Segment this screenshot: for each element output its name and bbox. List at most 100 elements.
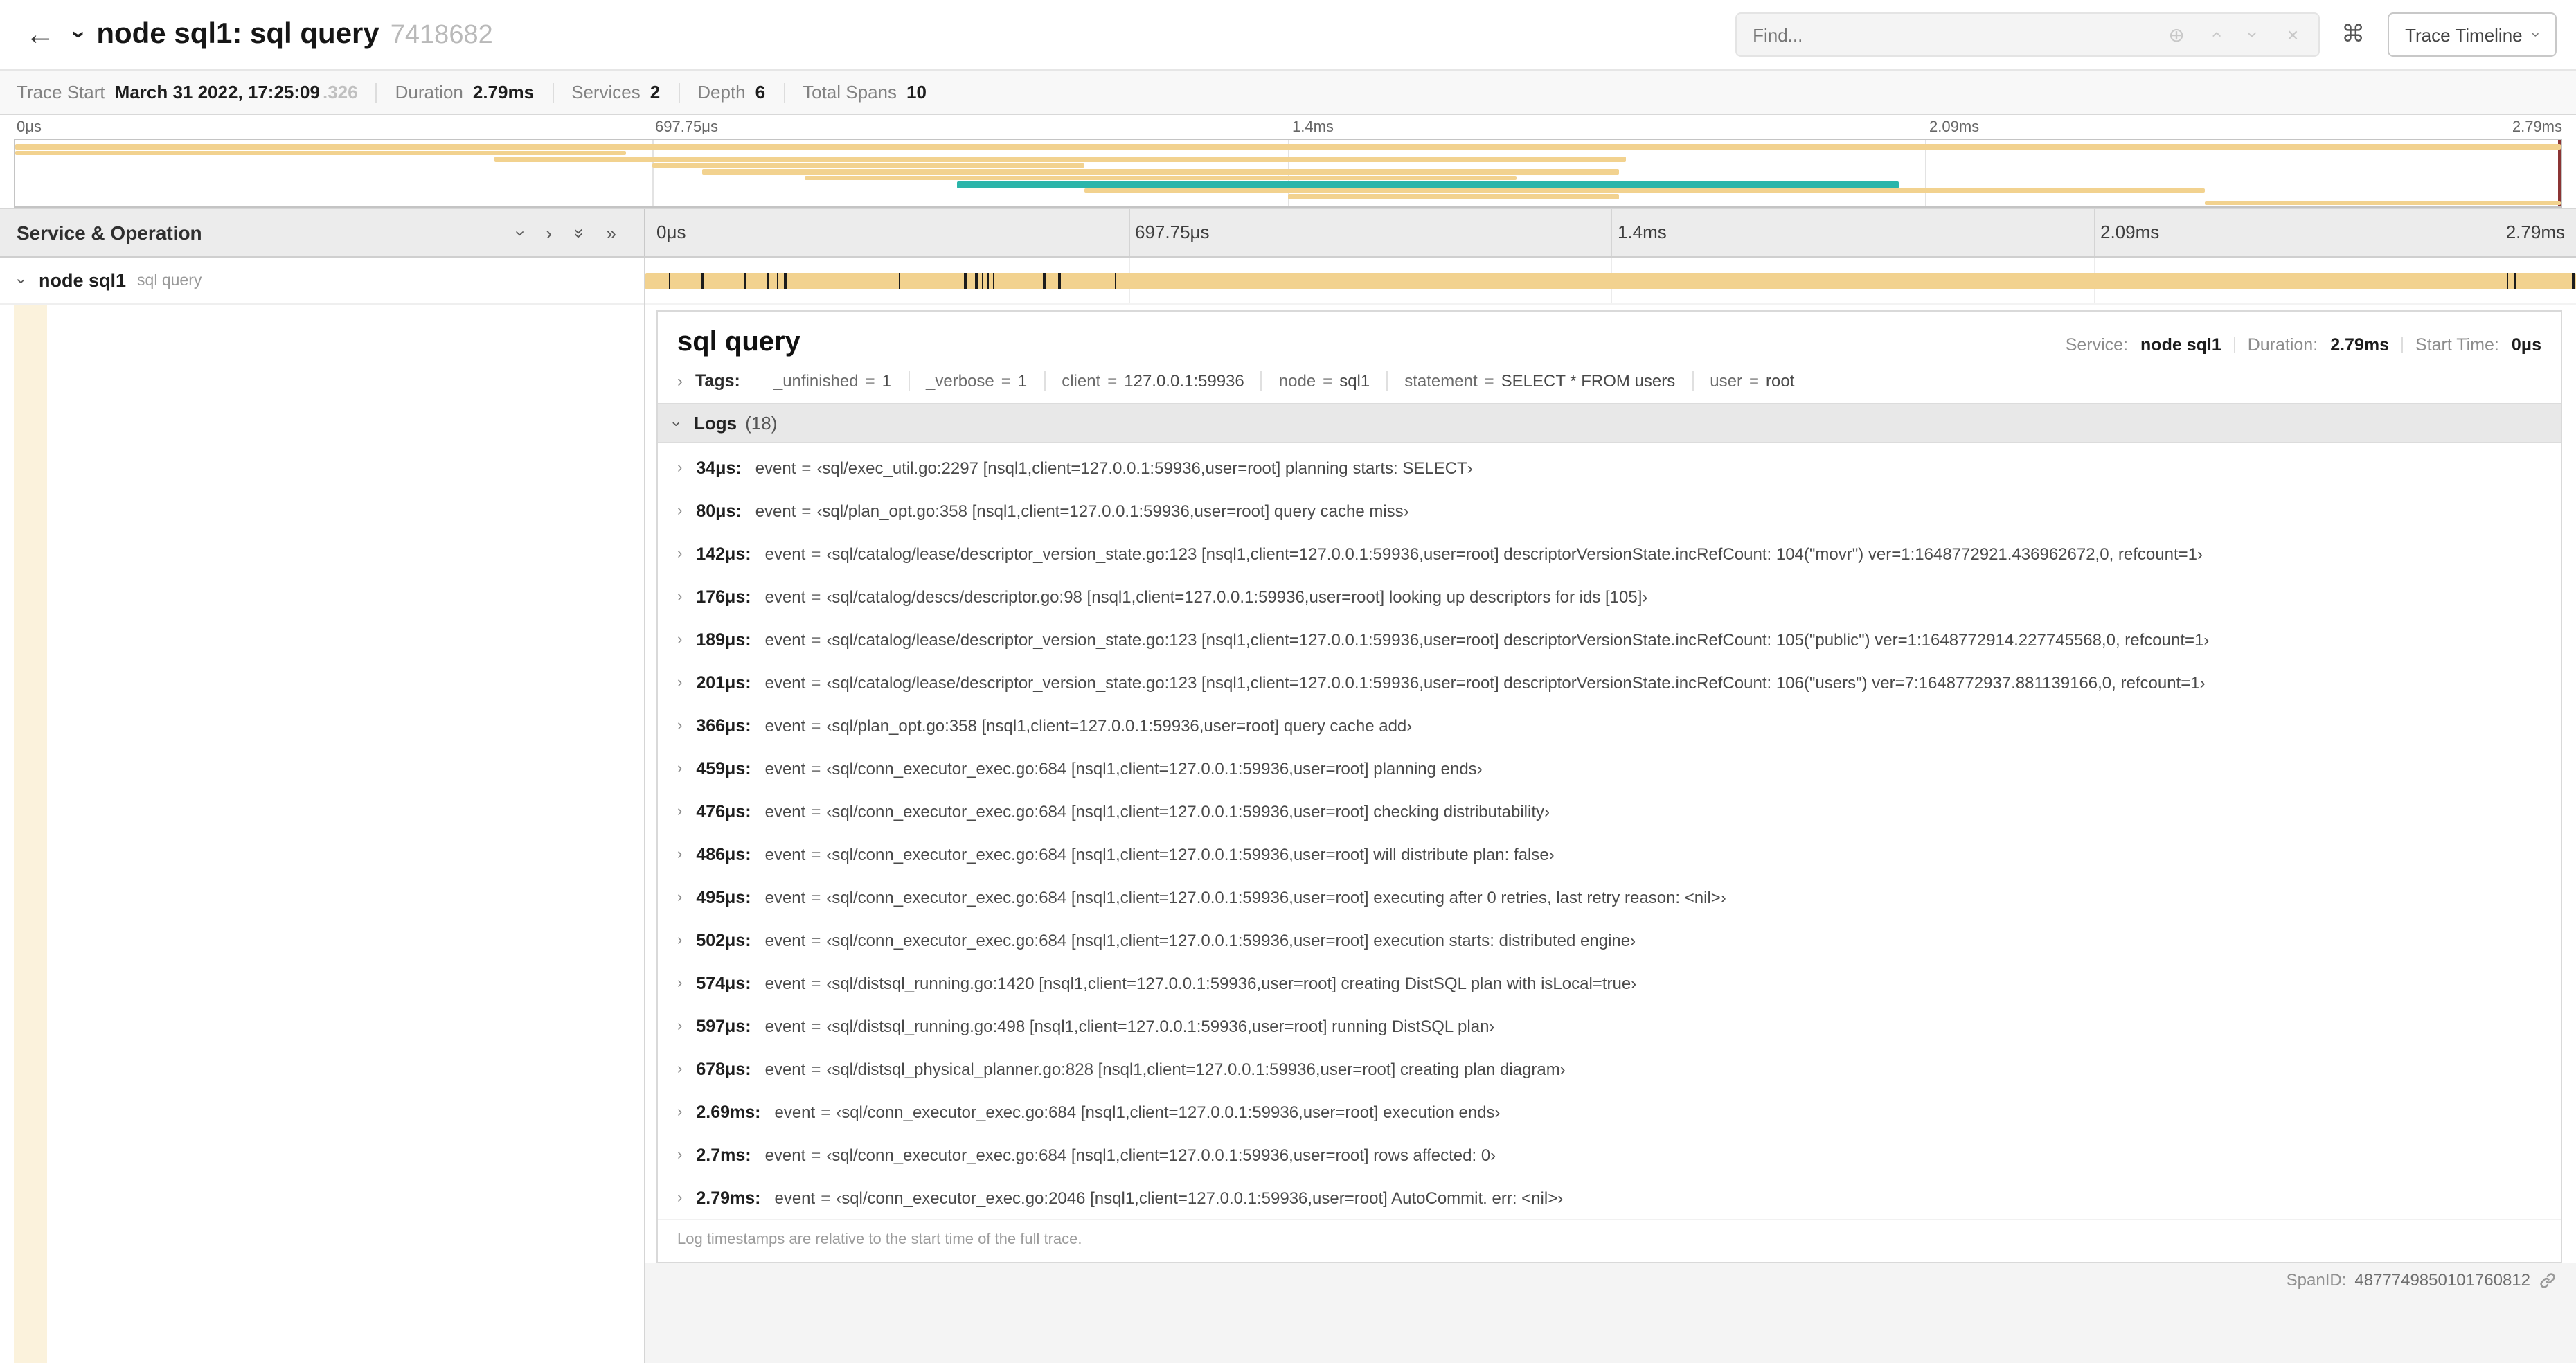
log-row[interactable]: › 597μs: event = ‹sql/distsql_running.go:498… — [658, 1004, 2561, 1047]
ruler-gridline — [1128, 209, 1129, 256]
top-bar: ← › node sql1: sql query 7418682 ⊕ › › × … — [0, 0, 2576, 69]
trace-view-selector[interactable]: Trace Timeline › — [2387, 12, 2557, 57]
find-input[interactable] — [1736, 24, 2152, 45]
collapse-one-icon[interactable]: › — [510, 230, 531, 236]
close-icon[interactable]: × — [2273, 24, 2312, 46]
minimap-end-handle[interactable] — [2558, 140, 2561, 206]
tag-item: client = 127.0.0.1:59936 — [1044, 371, 1261, 391]
span-color-strip — [14, 305, 47, 1363]
service-operation-header: Service & Operation › › » » — [0, 209, 645, 256]
ruler-gridline — [1611, 209, 1612, 256]
trace-timeline-page: ← › node sql1: sql query 7418682 ⊕ › › × … — [0, 0, 2576, 1363]
minimap-tick: 2.79ms — [2512, 119, 2562, 136]
ruler-tick: 0μs — [656, 222, 686, 242]
span-bar-row[interactable] — [645, 258, 2576, 305]
log-row[interactable]: › 34μs: event = ‹sql/exec_util.go:2297 [nsql… — [658, 446, 2561, 489]
chevron-down-icon: › — [2528, 32, 2545, 37]
expand-all-icon[interactable]: » — [607, 222, 616, 243]
log-row[interactable]: › 142μs: event = ‹sql/catalog/lease/descript… — [658, 532, 2561, 575]
span-detail-stats: Service: node sql1 Duration: 2.79ms Start … — [2065, 335, 2541, 355]
log-row[interactable]: › 495μs: event = ‹sql/conn_executor_exec.go:… — [658, 875, 2561, 918]
find-bar: ⊕ › › × — [1735, 12, 2320, 57]
locate-icon[interactable]: ⊕ — [2157, 23, 2196, 46]
timeline-minimap: 0μs 697.75μs 1.4ms 2.09ms 2.79ms — [0, 115, 2576, 208]
page-title: node sql1: sql query 7418682 — [96, 18, 492, 51]
minimap-tick: 2.09ms — [1929, 119, 1980, 136]
span-detail-card: sql query Service: node sql1 Duration: 2.7… — [656, 310, 2562, 1263]
expand-one-icon[interactable]: › — [546, 222, 552, 243]
timeline-column: sql query Service: node sql1 Duration: 2.7… — [645, 258, 2576, 1363]
chevron-right-icon: › — [677, 588, 683, 605]
log-row[interactable]: › 459μs: event = ‹sql/conn_executor_exec.go:… — [658, 747, 2561, 790]
log-row[interactable]: › 366μs: event = ‹sql/plan_opt.go:358 [nsql1… — [658, 704, 2561, 747]
log-row[interactable]: › 476μs: event = ‹sql/conn_executor_exec.go:… — [658, 790, 2561, 832]
link-icon[interactable] — [2539, 1271, 2557, 1289]
minimap-tick-labels: 0μs 697.75μs 1.4ms 2.09ms 2.79ms — [14, 115, 2562, 139]
chevron-right-icon: › — [677, 803, 683, 819]
span-bar[interactable] — [645, 273, 2576, 289]
log-row[interactable]: › 80μs: event = ‹sql/plan_opt.go:358 [nsql1,… — [658, 489, 2561, 532]
trace-id: 7418682 — [390, 21, 493, 50]
ruler-tick: 2.79ms — [2505, 222, 2565, 242]
log-row[interactable]: › 574μs: event = ‹sql/distsql_running.go:142… — [658, 961, 2561, 1004]
chevron-down-icon[interactable]: › — [2235, 24, 2273, 46]
collapse-trace-chevron-icon[interactable]: › — [65, 30, 93, 38]
log-row[interactable]: › 201μs: event = ‹sql/catalog/lease/descript… — [658, 661, 2561, 704]
log-row[interactable]: › 176μs: event = ‹sql/catalog/descs/descript… — [658, 575, 2561, 618]
trace-total-spans: Total Spans 10 — [803, 82, 927, 103]
chevron-down-icon: › — [668, 420, 687, 426]
chevron-right-icon: › — [677, 674, 683, 691]
chevron-right-icon: › — [677, 932, 683, 948]
keyboard-shortcuts-button[interactable]: ⌘ — [2336, 21, 2370, 48]
span-detail-title: sql query — [677, 327, 800, 357]
chevron-right-icon: › — [677, 846, 683, 862]
minimap-tick: 1.4ms — [1292, 119, 1334, 136]
chevron-right-icon: › — [677, 545, 683, 562]
logs-footnote: Log timestamps are relative to the start… — [658, 1219, 2561, 1262]
trace-summary-bar: Trace Start March 31 2022, 17:25:09 .326… — [0, 69, 2576, 115]
collapse-all-icon[interactable]: » — [569, 228, 589, 238]
chevron-right-icon: › — [677, 1017, 683, 1034]
chevron-up-icon[interactable]: › — [2196, 24, 2235, 46]
chevron-right-icon: › — [677, 974, 683, 991]
find-result-controls: ⊕ › › × — [2152, 23, 2318, 46]
minimap-tick: 0μs — [17, 119, 42, 136]
minimap-tick: 697.75μs — [655, 119, 718, 136]
log-row[interactable]: › 189μs: event = ‹sql/catalog/lease/descript… — [658, 618, 2561, 661]
minimap-canvas[interactable] — [14, 139, 2562, 208]
chevron-right-icon: › — [677, 502, 683, 519]
log-row[interactable]: › 502μs: event = ‹sql/conn_executor_exec.go:… — [658, 918, 2561, 961]
ruler-tick: 1.4ms — [1618, 222, 1667, 242]
minimap-gridline — [652, 140, 653, 206]
chevron-right-icon: › — [677, 1060, 683, 1077]
log-row[interactable]: › 2.7ms: event = ‹sql/conn_executor_exec.go:… — [658, 1133, 2561, 1176]
logs-count: (18) — [745, 413, 778, 434]
tag-item: user = root — [1692, 371, 1811, 391]
chevron-down-icon[interactable]: › — [12, 278, 32, 283]
detail-footer-area: SpanID: 4877749850101760812 — [645, 1263, 2576, 1363]
chevron-right-icon[interactable]: › — [677, 371, 683, 391]
minimap-gridline — [1924, 140, 1926, 206]
ruler-tick: 2.09ms — [2100, 222, 2160, 242]
back-button[interactable]: ← — [19, 19, 61, 50]
tag-item: statement = SELECT * FROM users — [1386, 371, 1692, 391]
trace-duration: Duration 2.79ms — [395, 82, 535, 103]
chevron-right-icon: › — [677, 631, 683, 648]
timeline-column-header: Service & Operation › › » » 0μs 697.75μs… — [0, 208, 2576, 258]
tags-label[interactable]: Tags: — [695, 371, 740, 391]
trace-start: Trace Start March 31 2022, 17:25:09 .326 — [17, 82, 358, 103]
span-detail-header: sql query Service: node sql1 Duration: 2.7… — [658, 312, 2561, 368]
trace-services: Services 2 — [571, 82, 661, 103]
log-row[interactable]: › 678μs: event = ‹sql/distsql_physical_plann… — [658, 1047, 2561, 1090]
log-row[interactable]: › 486μs: event = ‹sql/conn_executor_exec.go:… — [658, 832, 2561, 875]
span-service-name: node sql1 — [39, 270, 127, 291]
top-bar-actions: ⊕ › › × ⌘ Trace Timeline › — [1735, 12, 2557, 57]
log-row[interactable]: › 2.69ms: event = ‹sql/conn_executor_exec.go… — [658, 1090, 2561, 1133]
command-icon: ⌘ — [2341, 21, 2365, 47]
trace-depth: Depth 6 — [697, 82, 766, 103]
span-name-row[interactable]: › node sql1 sql query — [0, 258, 644, 305]
logs-section-header[interactable]: › Logs (18) — [658, 403, 2561, 443]
trace-body: › node sql1 sql query sql query Service:… — [0, 258, 2576, 1363]
tag-item: _verbose = 1 — [908, 371, 1044, 391]
log-row[interactable]: › 2.79ms: event = ‹sql/conn_executor_exec.go… — [658, 1176, 2561, 1219]
